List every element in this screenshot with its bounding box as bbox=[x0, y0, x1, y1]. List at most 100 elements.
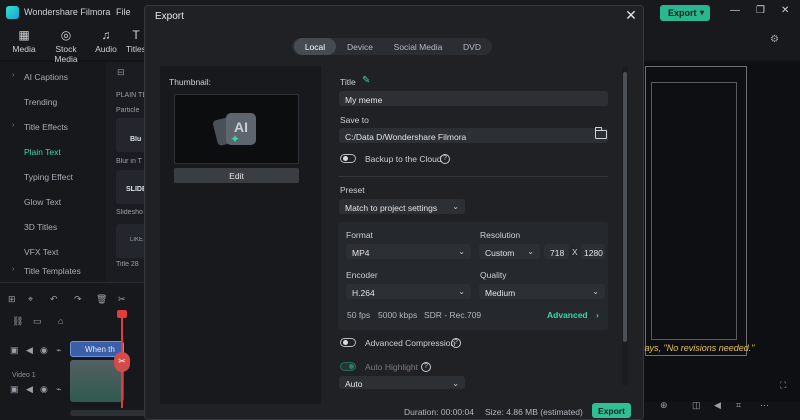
dialog-scrollbar-thumb[interactable] bbox=[623, 72, 627, 342]
link-icon[interactable]: ⛓ bbox=[12, 316, 23, 327]
snapshot-icon[interactable]: ◫ bbox=[692, 400, 701, 411]
more-icon[interactable]: ⋯ bbox=[760, 400, 769, 411]
window-close-icon[interactable]: ✕ bbox=[781, 5, 789, 16]
auto-highlight-label: Auto Highlight bbox=[365, 362, 418, 372]
resolution-height-input[interactable]: 1280 bbox=[581, 244, 605, 259]
preview-caption: says, "No revisions needed." bbox=[640, 343, 755, 353]
sidebar-item-plain-text[interactable]: Plain Text bbox=[0, 143, 106, 161]
preset-select[interactable]: Match to project settings ⌄ bbox=[339, 199, 465, 214]
menu-file[interactable]: File bbox=[116, 7, 131, 17]
app-export-button[interactable]: Export ▾ bbox=[660, 5, 710, 21]
settings-icon[interactable]: ⚙ bbox=[770, 34, 779, 45]
help-icon[interactable]: ? bbox=[451, 338, 461, 348]
crop-icon[interactable]: ⌗ bbox=[736, 400, 741, 411]
close-icon[interactable]: ✕ bbox=[624, 8, 638, 22]
track-volume-icon[interactable]: ◀ bbox=[26, 384, 33, 395]
resolution-width-input[interactable]: 718 bbox=[544, 244, 569, 259]
thumbnail-label: Thumbnail: bbox=[169, 77, 212, 87]
folder-icon[interactable] bbox=[595, 127, 607, 139]
ai-rename-icon[interactable]: ✎ bbox=[362, 75, 370, 86]
chevron-down-icon: ⌄ bbox=[452, 202, 459, 211]
track-lock-icon[interactable]: ▣ bbox=[10, 384, 19, 395]
toolbar-audio[interactable]: ♫ Audio bbox=[88, 28, 124, 54]
track-icon[interactable]: ▭ bbox=[33, 316, 42, 327]
title-input[interactable]: My meme bbox=[339, 91, 608, 106]
track-link-icon[interactable]: ⌁ bbox=[56, 384, 61, 395]
asset-label: Title 28 bbox=[116, 261, 139, 268]
asset-thumbnail[interactable]: Blu bbox=[116, 118, 146, 152]
zoom-icon[interactable]: ⊕ bbox=[660, 400, 668, 411]
save-path-input[interactable]: C:/Data D/Wondershare Filmora bbox=[339, 128, 608, 143]
advanced-compression-label: Advanced Compression bbox=[365, 338, 456, 348]
title-label: Title bbox=[340, 77, 356, 87]
sidebar-item-title-effects[interactable]: › Title Effects bbox=[0, 118, 106, 136]
track-eye-icon[interactable]: ◉ bbox=[40, 345, 48, 356]
track-volume-icon[interactable]: ◀ bbox=[26, 345, 33, 356]
app-title: Wondershare Filmora bbox=[24, 7, 111, 17]
timeline-scrollbar[interactable] bbox=[70, 410, 146, 416]
advanced-link[interactable]: Advanced › bbox=[547, 310, 599, 320]
audio-icon: ♫ bbox=[101, 28, 111, 42]
split-icon[interactable]: ✂ bbox=[114, 352, 130, 372]
preview-inner-frame bbox=[651, 82, 737, 340]
auto-highlight-toggle[interactable] bbox=[340, 362, 356, 371]
tab-local[interactable]: Local bbox=[294, 38, 336, 55]
asset-thumbnail[interactable]: LIKE bbox=[116, 224, 146, 258]
marker-icon[interactable]: ⌂ bbox=[58, 316, 63, 326]
volume-icon[interactable]: ◀ bbox=[714, 400, 721, 411]
filmora-logo-icon bbox=[6, 6, 19, 19]
advanced-compression-toggle[interactable] bbox=[340, 338, 356, 347]
sidebar-item-ai-captions[interactable]: › AI Captions bbox=[0, 68, 106, 86]
track-lock-icon[interactable]: ▣ bbox=[10, 345, 19, 356]
encoder-select[interactable]: H.264 ⌄ bbox=[346, 284, 471, 299]
resolution-label: Resolution bbox=[480, 230, 521, 240]
tab-dvd[interactable]: DVD bbox=[454, 38, 490, 55]
help-icon[interactable]: ? bbox=[440, 154, 450, 164]
asset-thumbnail[interactable]: SLIDE bbox=[116, 170, 147, 204]
backup-toggle[interactable] bbox=[340, 154, 356, 163]
chevron-right-icon: › bbox=[12, 72, 15, 79]
format-label: Format bbox=[346, 230, 373, 240]
chevron-right-icon: › bbox=[12, 266, 15, 273]
chevron-down-icon: ⌄ bbox=[592, 287, 599, 296]
asset-label: Blur in T bbox=[116, 158, 142, 165]
sidebar-item-trending[interactable]: Trending bbox=[0, 93, 106, 111]
help-icon[interactable]: ? bbox=[421, 362, 431, 372]
edit-thumbnail-button[interactable]: Edit bbox=[174, 168, 299, 183]
grid-icon[interactable]: ⊞ bbox=[8, 294, 16, 305]
toolbar-titles[interactable]: T Titles bbox=[126, 28, 146, 54]
sidebar-item-glow-text[interactable]: Glow Text bbox=[0, 193, 106, 211]
redo-icon[interactable]: ↷ bbox=[74, 294, 82, 305]
undo-icon[interactable]: ↶ bbox=[50, 294, 58, 305]
folder-icon: ⊟ bbox=[117, 67, 125, 77]
fullscreen-icon[interactable]: ⛶ bbox=[780, 380, 786, 391]
chevron-right-icon: › bbox=[596, 310, 599, 320]
minimize-icon[interactable]: — bbox=[730, 5, 740, 16]
resolution-select[interactable]: Custom ⌄ bbox=[479, 244, 540, 259]
maximize-icon[interactable]: ❐ bbox=[756, 5, 765, 16]
quality-label: Quality bbox=[480, 270, 507, 280]
chevron-down-icon: ⌄ bbox=[527, 247, 534, 256]
cut-icon[interactable]: ✂ bbox=[118, 294, 126, 305]
auto-highlight-select[interactable]: Auto ⌄ bbox=[339, 376, 465, 389]
track-link-icon[interactable]: ⌁ bbox=[56, 345, 61, 356]
sidebar-item-typing-effect[interactable]: Typing Effect bbox=[0, 168, 106, 186]
tab-social-media[interactable]: Social Media bbox=[389, 38, 447, 55]
divider bbox=[338, 176, 608, 177]
dialog-title: Export bbox=[155, 11, 184, 22]
sidebar-item-vfx-text[interactable]: VFX Text bbox=[0, 243, 106, 261]
playhead-handle[interactable] bbox=[117, 310, 127, 318]
track-eye-icon[interactable]: ◉ bbox=[40, 384, 48, 395]
quality-select[interactable]: Medium ⌄ bbox=[479, 284, 605, 299]
export-button[interactable]: Export bbox=[592, 403, 631, 418]
sidebar-item-title-templates[interactable]: › Title Templates bbox=[0, 262, 106, 280]
sidebar-item-3d-titles[interactable]: 3D Titles bbox=[0, 218, 106, 236]
tab-device[interactable]: Device bbox=[340, 38, 380, 55]
resolution-x-label: X bbox=[572, 247, 578, 257]
format-select[interactable]: MP4 ⌄ bbox=[346, 244, 471, 259]
select-icon[interactable]: ⌖ bbox=[28, 294, 33, 305]
delete-icon[interactable]: 🗑 bbox=[96, 294, 107, 305]
toolbar-stock-media[interactable]: ◎ Stock Media bbox=[44, 28, 88, 64]
toolbar-media[interactable]: ▦ Media bbox=[6, 28, 42, 54]
track-label: Video 1 bbox=[12, 372, 36, 379]
